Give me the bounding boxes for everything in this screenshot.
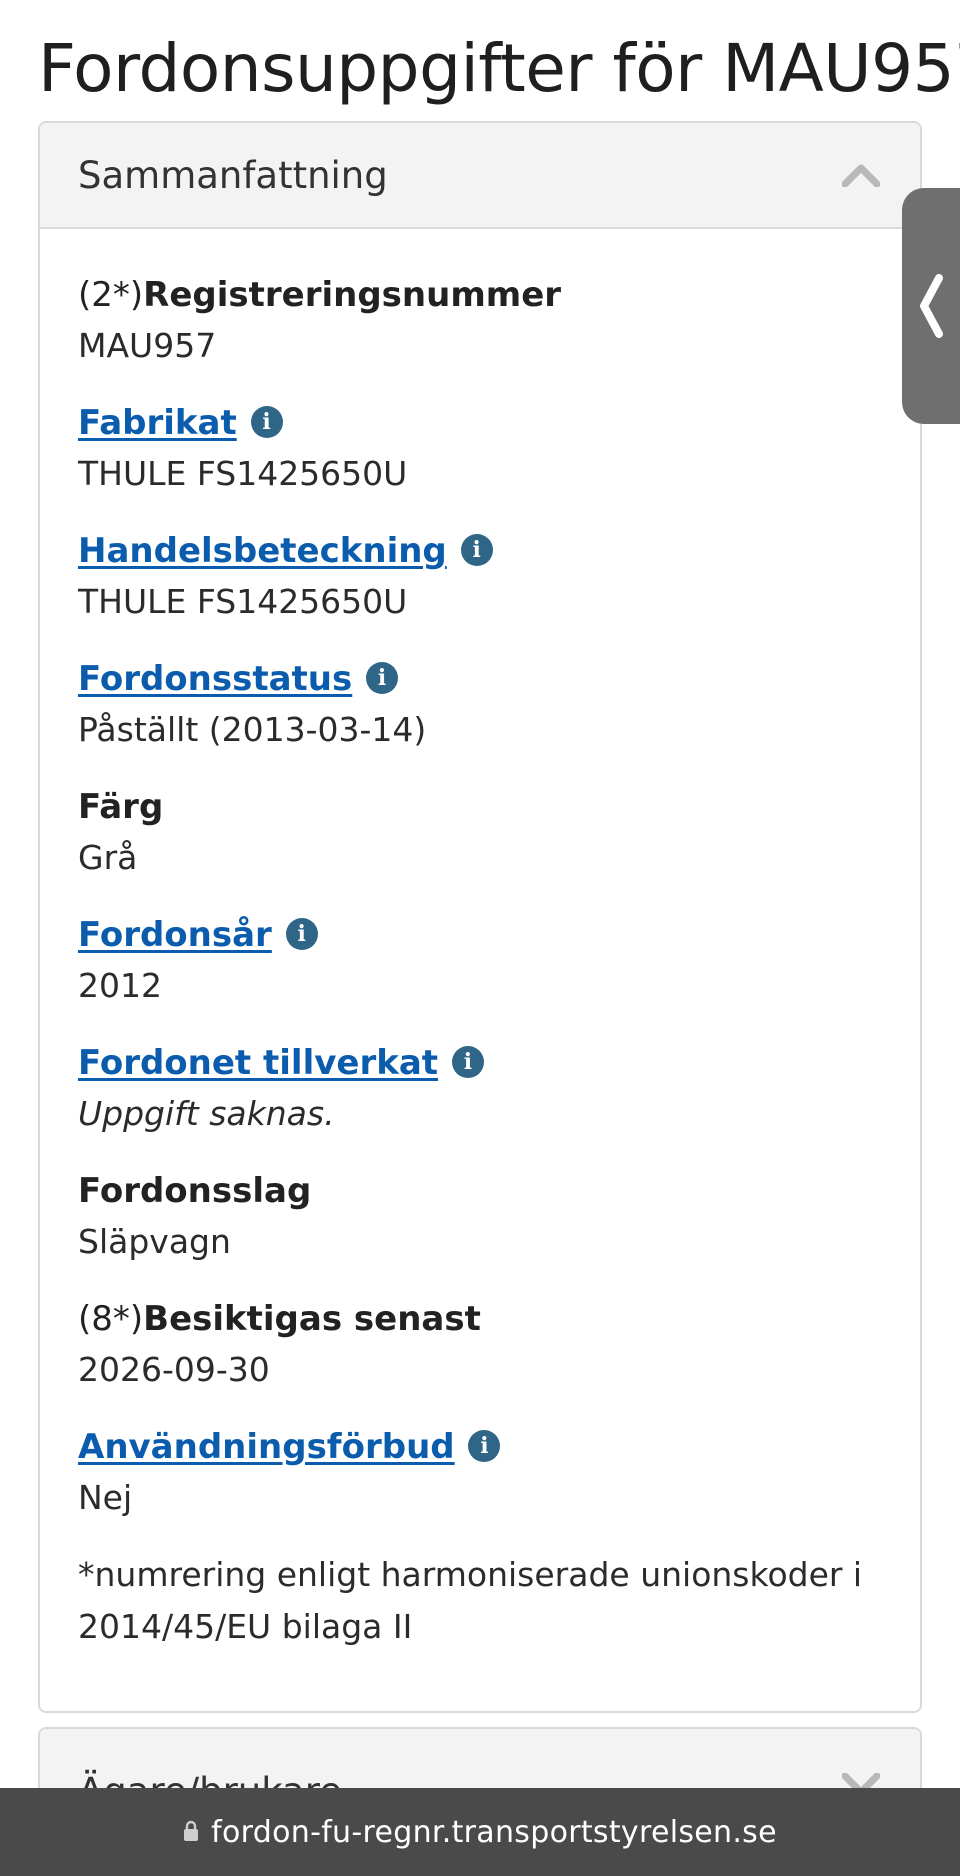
field-label: Handelsbeteckning i [78, 525, 882, 577]
side-drawer-tab[interactable] [902, 188, 960, 424]
field-farg: Färg Grå [78, 781, 882, 883]
field-value: THULE FS1425650U [78, 582, 408, 621]
info-icon[interactable]: i [468, 1429, 501, 1462]
field-registreringsnummer: (2*)Registreringsnummer MAU957 [78, 269, 882, 371]
anvandningsforbud-link[interactable]: Användningsförbud [78, 1427, 455, 1467]
field-fordonsar: Fordonsår i 2012 [78, 909, 882, 1011]
field-label: (8*)Besiktigas senast [78, 1293, 882, 1345]
field-label-text: Besiktigas senast [143, 1299, 481, 1339]
field-prefix: (8*) [78, 1299, 144, 1339]
field-label: Fabrikat i [78, 397, 882, 449]
chevron-up-icon[interactable] [842, 163, 880, 187]
field-prefix: (2*) [78, 275, 144, 315]
field-label: Fordonsstatus i [78, 653, 882, 705]
info-icon[interactable]: i [460, 533, 493, 566]
field-label: Användningsförbud i [78, 1421, 882, 1473]
info-icon[interactable]: i [451, 1045, 484, 1078]
field-value: 2026-09-30 [78, 1350, 270, 1389]
field-fabrikat: Fabrikat i THULE FS1425650U [78, 397, 882, 499]
field-fordonsstatus: Fordonsstatus i Påställt (2013-03-14) [78, 653, 882, 755]
field-value: MAU957 [78, 326, 217, 365]
handelsbeteckning-link[interactable]: Handelsbeteckning [78, 531, 447, 571]
summary-panel-body: (2*)Registreringsnummer MAU957 Fabrikat … [40, 229, 920, 1653]
field-label: Fordonsslag [78, 1171, 312, 1211]
field-anvandningsforbud: Användningsförbud i Nej [78, 1421, 882, 1523]
field-label: Färg [78, 787, 164, 827]
field-besiktigas-senast: (8*)Besiktigas senast 2026-09-30 [78, 1293, 882, 1395]
field-fordonsslag: Fordonsslag Släpvagn [78, 1165, 882, 1267]
summary-panel-title: Sammanfattning [78, 153, 388, 197]
field-fordonet-tillverkat: Fordonet tillverkat i Uppgift saknas. [78, 1037, 882, 1139]
field-value: Uppgift saknas. [78, 1094, 335, 1133]
chevron-left-icon [920, 274, 943, 338]
fabrikat-link[interactable]: Fabrikat [78, 403, 237, 443]
browser-url-bar[interactable]: fordon-fu-regnr.transportstyrelsen.se [0, 1788, 960, 1876]
summary-panel: Sammanfattning (2*)Registreringsnummer M… [38, 121, 922, 1713]
field-label: (2*)Registreringsnummer [78, 269, 882, 321]
browser-url-text: fordon-fu-regnr.transportstyrelsen.se [211, 1814, 777, 1850]
field-value: Påställt (2013-03-14) [78, 710, 427, 749]
info-icon[interactable]: i [285, 917, 318, 950]
field-handelsbeteckning: Handelsbeteckning i THULE FS1425650U [78, 525, 882, 627]
page-title: Fordonsuppgifter för MAU957 [38, 30, 960, 107]
fordonsar-link[interactable]: Fordonsår [78, 915, 272, 955]
field-value: Släpvagn [78, 1222, 231, 1261]
footnote: *numrering enligt harmoniserade unionsko… [78, 1555, 863, 1646]
field-value: THULE FS1425650U [78, 454, 408, 493]
summary-panel-header[interactable]: Sammanfattning [40, 123, 920, 229]
fordonet-tillverkat-link[interactable]: Fordonet tillverkat [78, 1043, 438, 1083]
info-icon[interactable]: i [366, 661, 399, 694]
field-label-text: Registreringsnummer [143, 275, 562, 315]
field-value: Grå [78, 838, 138, 877]
info-icon[interactable]: i [250, 405, 283, 438]
field-label: Fordonsår i [78, 909, 882, 961]
field-value: 2012 [78, 966, 162, 1005]
lock-icon [184, 1820, 199, 1841]
field-value: Nej [78, 1478, 133, 1517]
fordonsstatus-link[interactable]: Fordonsstatus [78, 659, 352, 699]
field-label: Fordonet tillverkat i [78, 1037, 882, 1089]
